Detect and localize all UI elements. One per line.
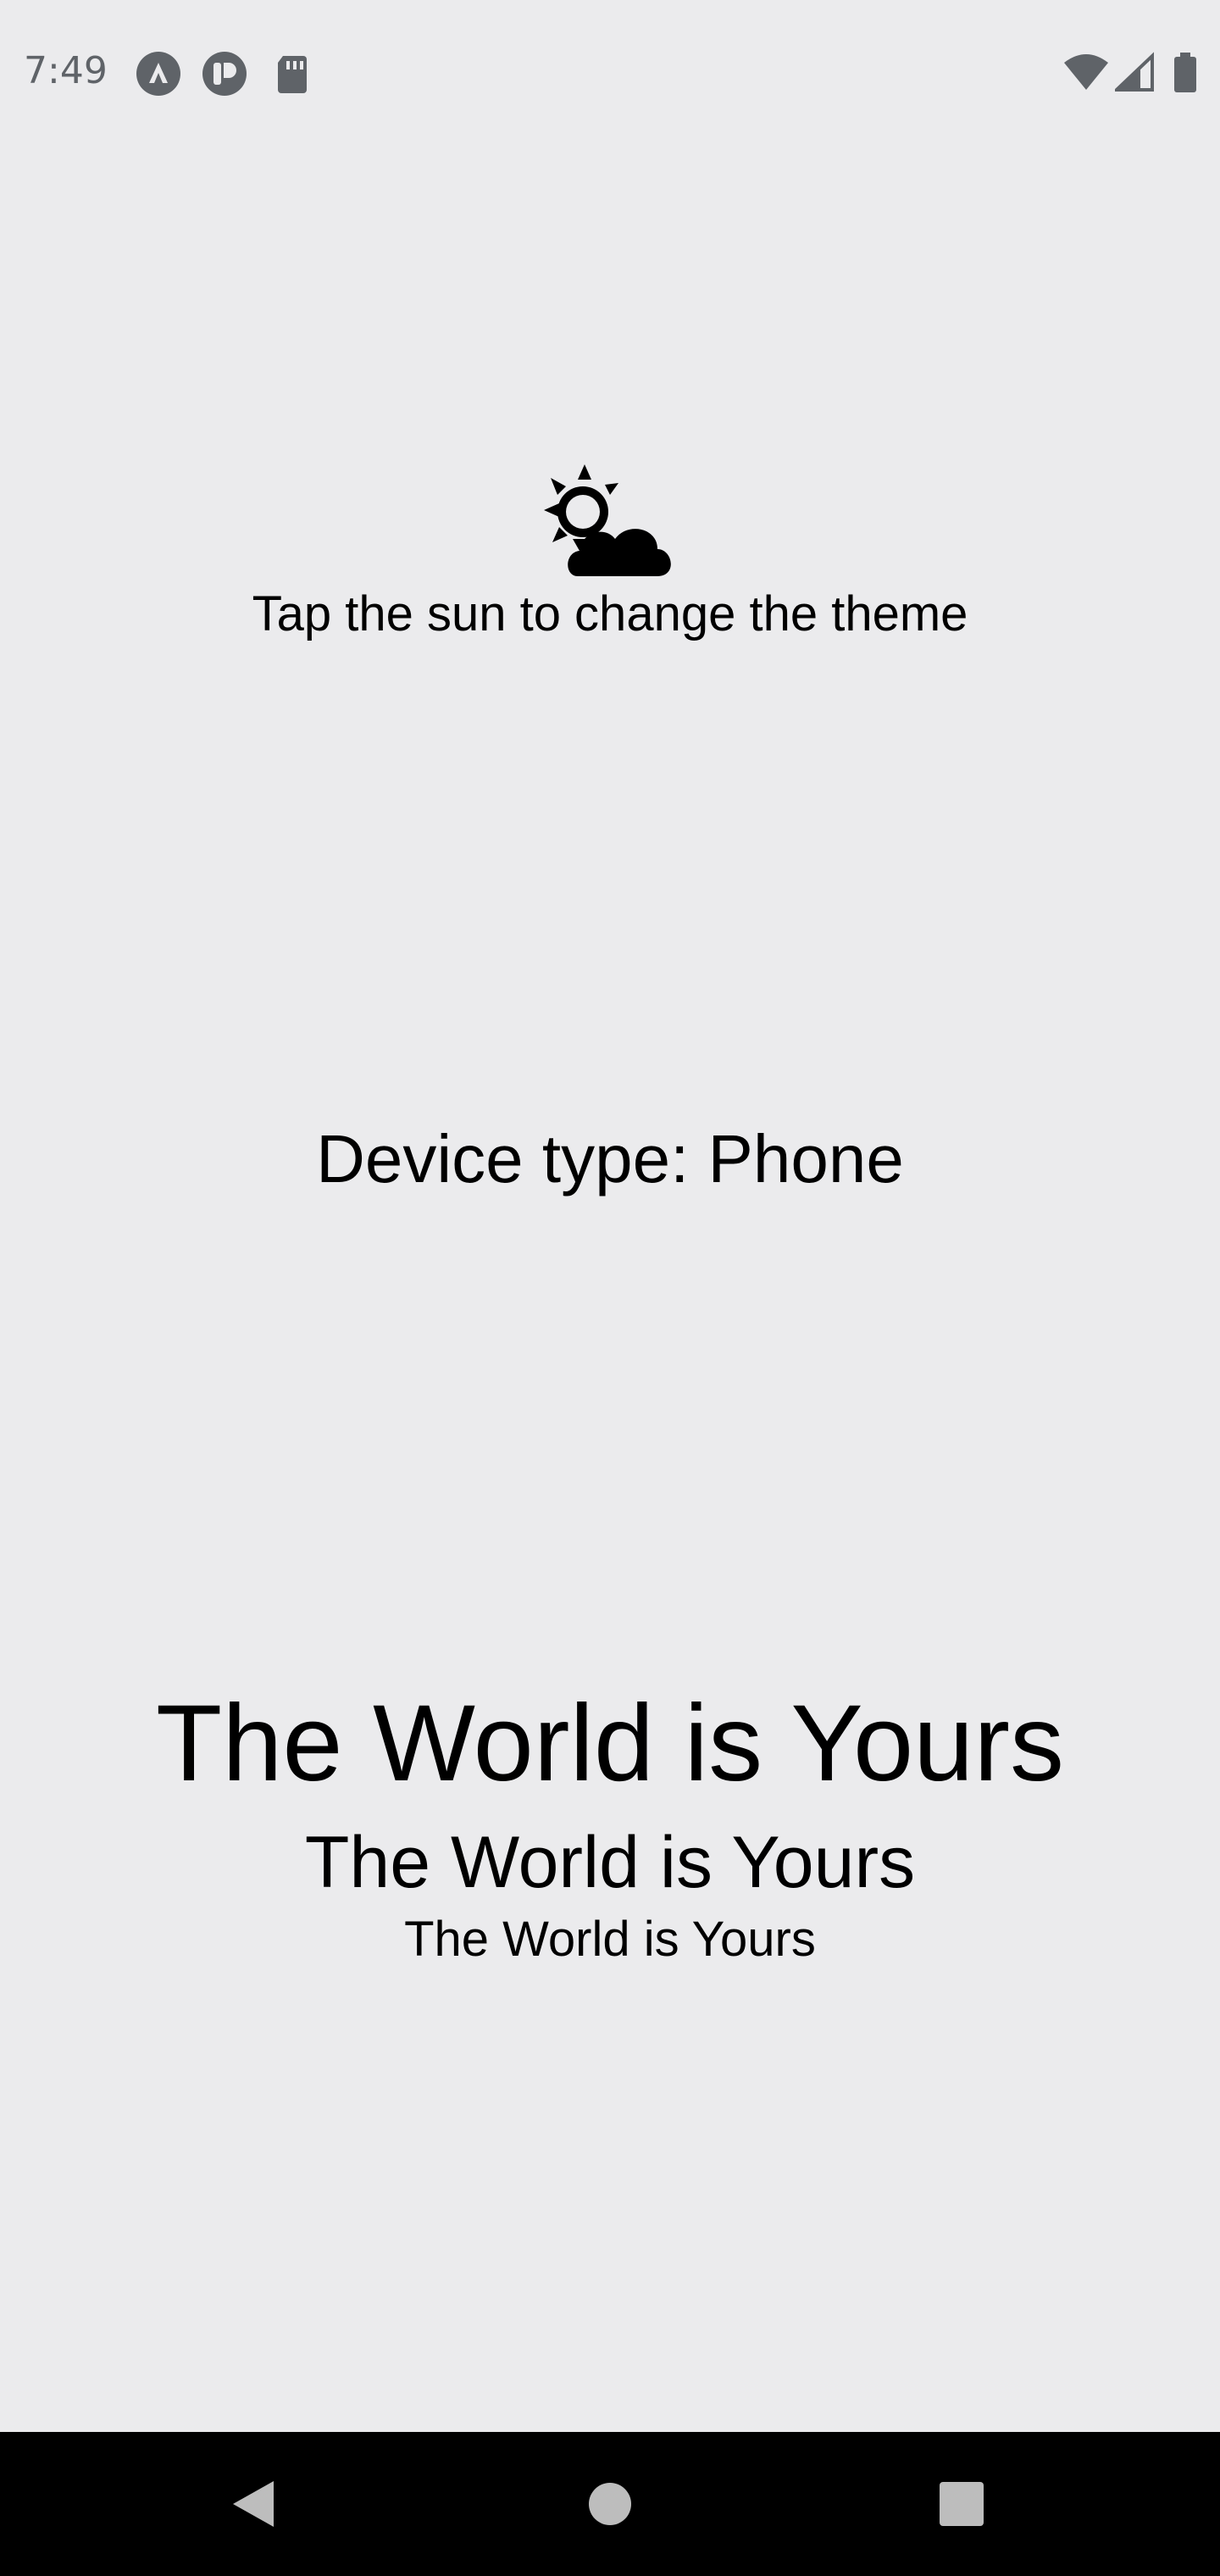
back-icon [233,2481,274,2527]
battery-icon [1174,53,1196,92]
wifi-icon [1064,54,1108,90]
status-bar: 7:49 [0,0,1220,144]
theme-toggle-button[interactable] [534,458,683,585]
navigation-bar [0,2432,1220,2576]
device-type-label: Device type: Phone [316,1121,904,1196]
recents-button[interactable] [915,2457,1008,2551]
headline-small: The World is Yours [404,1912,816,1967]
headline-medium: The World is Yours [304,1822,916,1903]
sun-cloud-icon [544,464,671,576]
theme-hint-text: Tap the sun to change the theme [252,586,968,641]
headline-large: The World is Yours [156,1683,1064,1804]
home-icon [589,2483,631,2525]
app-a-icon [136,52,180,96]
back-button[interactable] [208,2457,301,2551]
app-p-icon [202,52,247,96]
status-time: 7:49 [24,49,108,92]
recents-icon [940,2482,984,2526]
cell-signal-icon [1115,52,1154,92]
home-button[interactable] [563,2457,657,2551]
sd-card-icon [278,56,307,93]
